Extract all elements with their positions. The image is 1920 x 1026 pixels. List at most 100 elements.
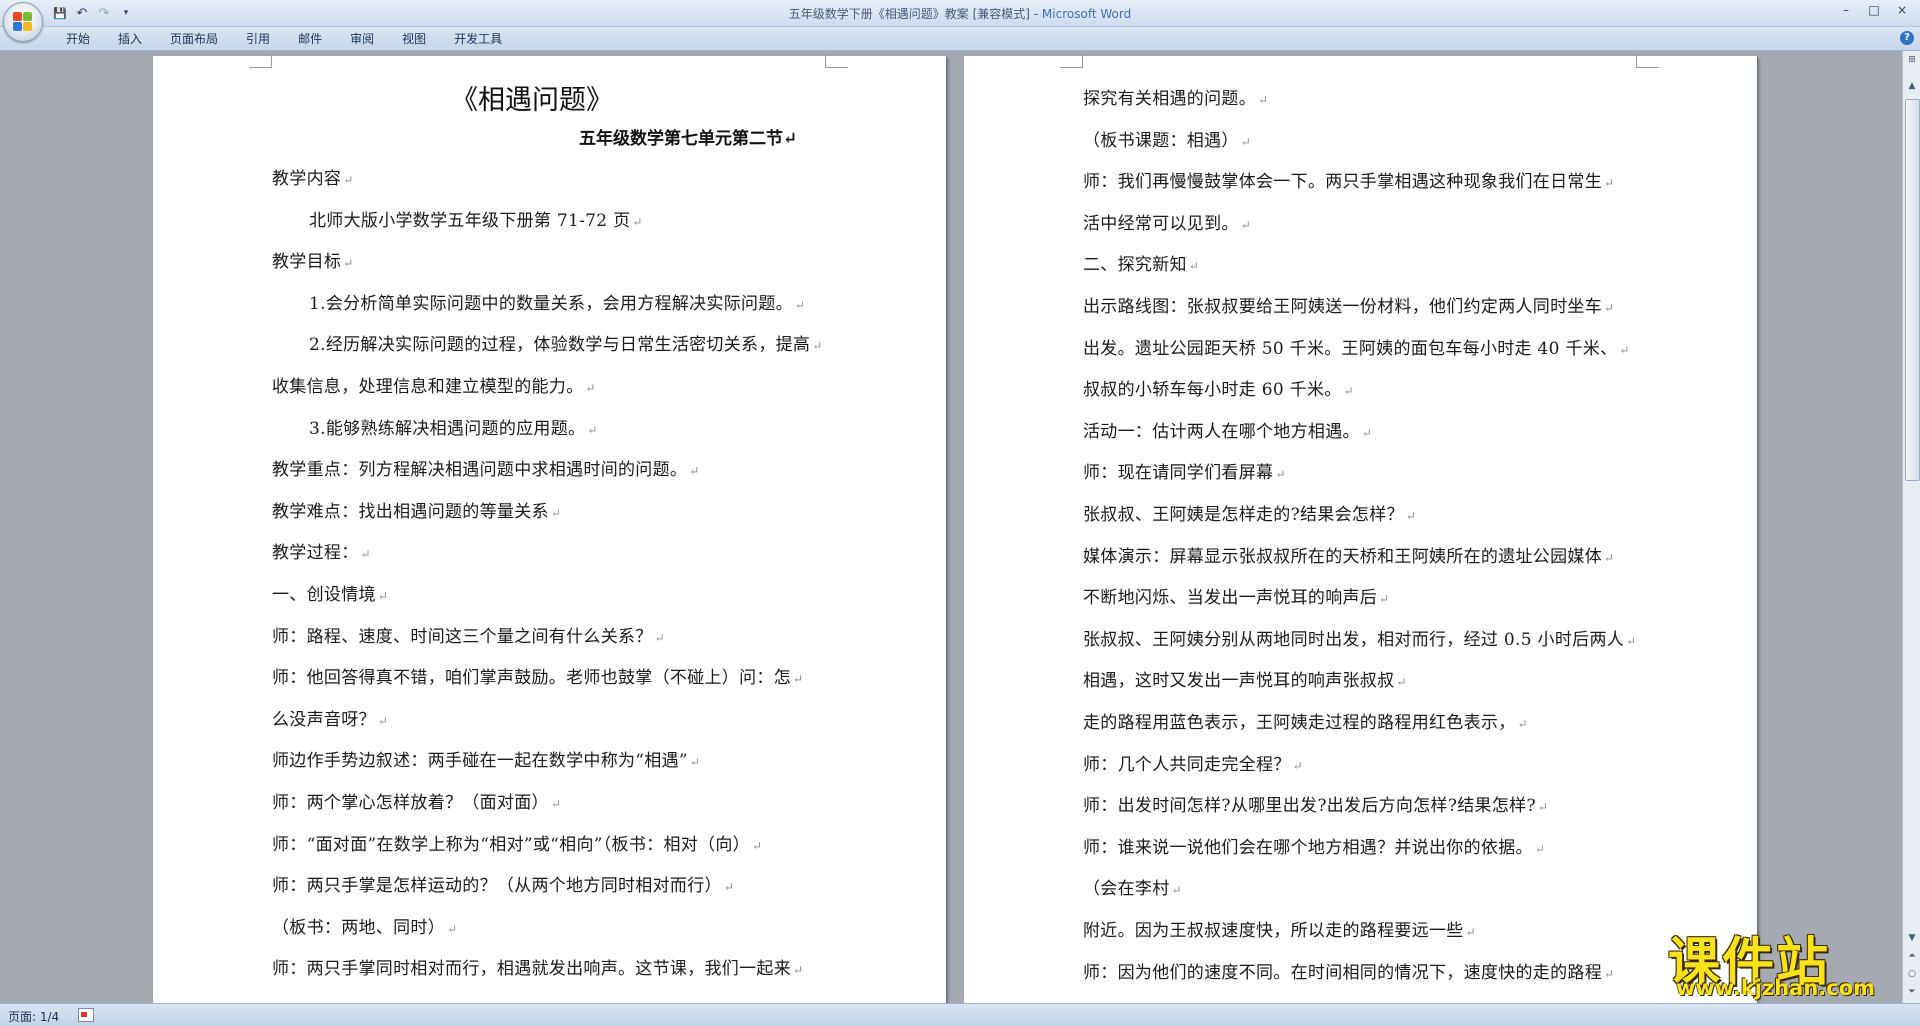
line-text: 师：他回答得真不错，咱们掌声鼓励。老师也鼓掌（不碰上）问：怎 xyxy=(272,668,791,689)
scroll-up-icon[interactable]: ▲ xyxy=(1905,79,1919,93)
paragraph-line: 出发。遗址公园距天桥 50 千米。王阿姨的面包车每小时走 40 千米、 ↵ xyxy=(1083,334,1630,359)
line-text: 师：两只手掌同时相对而行，相遇就发出响声。这节课，我们一起来 xyxy=(272,959,791,980)
line-text: 张叔叔、王阿姨是怎样走的?结果会怎样？ xyxy=(1083,505,1404,525)
scroll-down-icon[interactable]: ▼ xyxy=(1905,931,1919,945)
paragraph-mark: ↵ xyxy=(360,547,371,562)
next-page-icon[interactable]: ⏷ xyxy=(1905,985,1919,999)
paragraph-line: 出示路线图：张叔叔要给王阿姨送一份材料，他们约定两人同时坐车 ↵ xyxy=(1083,292,1614,317)
paragraph-line: 师：两只手掌同时相对而行，相遇就发出响声。这节课，我们一起来 ↵ xyxy=(272,954,803,979)
paragraph-mark: ↵ xyxy=(377,713,389,728)
paragraph-mark: ↵ xyxy=(1604,966,1615,981)
paragraph-line: 张叔叔、王阿姨分别从两地同时出发，相对而行，经过 0.5 小时后两人 ↵ xyxy=(1083,625,1636,650)
line-text: （板书：两地、同时） xyxy=(272,917,445,938)
paragraph-mark: ↵ xyxy=(793,672,804,687)
document-title: 《相遇问题》 xyxy=(451,85,613,116)
paragraph-line: （板书课题：相遇） ↵ xyxy=(1083,126,1251,151)
paragraph-line: 师：路程、速度、时间这三个量之间有什么关系？ ↵ xyxy=(272,622,665,647)
page-count[interactable]: 页面: 1/4 xyxy=(8,1008,59,1025)
ruler-toggle-icon[interactable]: ⊞ xyxy=(1905,53,1919,67)
page-1[interactable]: 《相遇问题》 五年级数学第七单元第二节↵ 教学内容 ↵ 北师大版小学数学五年级下册第… xyxy=(153,54,946,1003)
line-text: 师：谁来说一说他们会在哪个地方相遇？并说出你的依据。 xyxy=(1083,837,1533,858)
tab-2[interactable]: 页面布局 xyxy=(156,30,232,48)
line-text: 活动一：估计两人在哪个地方相遇。 xyxy=(1083,421,1360,442)
paragraph-mark: ↵ xyxy=(812,339,823,354)
line-text: （会在李村 xyxy=(1083,879,1170,900)
line-text: 附近。因为王叔叔速度快，所以走的路程要远一些 xyxy=(1083,921,1464,941)
tab-0[interactable]: 开始 xyxy=(52,30,104,48)
paragraph-line: 师：我们再慢慢鼓掌体会一下。两只手掌相遇这种现象我们在日常生 ↵ xyxy=(1083,167,1614,192)
subtitle-text: 五年级数学第七单元第二节 xyxy=(579,129,783,149)
office-logo-icon xyxy=(13,12,33,32)
page-2[interactable]: 探究有关相遇的问题。 ↵ （板书课题：相遇） ↵ 师：我们再慢慢鼓掌体会一下。两只手掌相… xyxy=(964,54,1757,1003)
document-name: 五年级数学下册《相遇问题》教案 [兼容模式] - xyxy=(788,7,1042,21)
office-button[interactable] xyxy=(3,2,43,42)
line-text: 出示路线图：张叔叔要给王阿姨送一份材料，他们约定两人同时坐车 xyxy=(1083,297,1602,317)
line-text: 教学目标 xyxy=(272,252,342,273)
line-text: 一、创设情境 xyxy=(272,585,376,605)
paragraph-mark: ↵ xyxy=(1465,925,1476,939)
paragraph-line: 师：两个掌心怎样放着？（面对面） ↵ xyxy=(272,788,561,813)
line-text: 师：两只手掌是怎样运动的？（从两个地方同时相对而行） xyxy=(272,876,722,897)
line-text: 师：现在请同学们看屏幕 xyxy=(1083,463,1274,484)
crop-mark-top-right xyxy=(1636,54,1659,68)
line-text: 师：几个人共同走完全程？ xyxy=(1083,754,1291,775)
previous-page-icon[interactable]: ⏶ xyxy=(1905,949,1919,963)
tab-1[interactable]: 插入 xyxy=(104,30,156,48)
paragraph-line: 1.会分析简单实际问题中的数量关系，会用方程解决实际问题。 ↵ xyxy=(309,289,805,314)
tab-5[interactable]: 审阅 xyxy=(336,30,388,48)
paragraph-mark: ↵ xyxy=(1171,883,1182,898)
paragraph-line: 师：出发时间怎样?从哪里出发?出发后方向怎样?结果怎样? ↵ xyxy=(1083,791,1548,816)
line-text: 教学重点：列方程解决相遇问题中求相遇时间的问题。 xyxy=(272,460,688,481)
vertical-scrollbar[interactable]: ⊞ ▲ ▼ ⏶ ○ ⏷ xyxy=(1902,51,1920,1003)
paragraph-mark: ↵ xyxy=(343,256,354,271)
paragraph-mark: ↵ xyxy=(1343,384,1354,399)
line-text: 师边作手势边叙述：两手碰在一起在数学中称为“相遇” xyxy=(272,751,688,772)
paragraph-mark: ↵ xyxy=(550,797,562,811)
paragraph-line: 附近。因为王叔叔速度快，所以走的路程要远一些 ↵ xyxy=(1083,916,1476,941)
paragraph-line: 不断地闪烁、当发出一声悦耳的响声后 ↵ xyxy=(1083,583,1389,608)
paragraph-mark: ↵ xyxy=(1534,841,1546,856)
maximize-button[interactable]: □ xyxy=(1860,0,1888,20)
paragraph-line: 收集信息，处理信息和建立模型的能力。 ↵ xyxy=(272,372,596,397)
line-text: （板书课题：相遇） xyxy=(1083,130,1239,151)
paragraph-mark: ↵ xyxy=(654,630,665,645)
paragraph-line: 师：两只手掌是怎样运动的？（从两个地方同时相对而行） ↵ xyxy=(272,871,734,896)
line-text: 教学过程： xyxy=(272,543,359,564)
select-browse-object-icon[interactable]: ○ xyxy=(1905,967,1919,981)
tab-3[interactable]: 引用 xyxy=(232,30,284,48)
line-text: 么没声音呀？ xyxy=(272,709,376,730)
close-button[interactable]: × xyxy=(1888,0,1916,20)
proofing-icon[interactable] xyxy=(78,1008,94,1022)
tab-4[interactable]: 邮件 xyxy=(284,30,336,48)
line-text: 教学难点：找出相遇问题的等量关系 xyxy=(272,501,549,522)
paragraph-mark: ↵ xyxy=(1396,675,1407,690)
paragraph-mark: ↵ xyxy=(723,880,735,895)
paragraph-mark: ↵ xyxy=(1517,717,1528,731)
scrollbar-thumb[interactable] xyxy=(1905,99,1920,481)
paragraph-line: 教学目标 ↵ xyxy=(272,247,354,272)
document-area[interactable]: 《相遇问题》 五年级数学第七单元第二节↵ 教学内容 ↵ 北师大版小学数学五年级下册第… xyxy=(0,51,1902,1003)
line-text: 相遇，这时又发出一声悦耳的响声张叔叔 xyxy=(1083,671,1395,692)
paragraph-line: 师：几个人共同走完全程？ ↵ xyxy=(1083,750,1303,775)
paragraph-line: 师：现在请同学们看屏幕 ↵ xyxy=(1083,458,1286,483)
site-watermark: 课件站 www.kjzhan.com xyxy=(1668,920,1903,1002)
paragraph-mark: ↵ xyxy=(585,381,596,395)
minimize-button[interactable]: – xyxy=(1832,0,1860,20)
paragraph-line: 教学内容 ↵ xyxy=(272,164,354,189)
paragraph-line: 一、创设情境 ↵ xyxy=(272,580,388,605)
line-text: 师：出发时间怎样?从哪里出发?出发后方向怎样?结果怎样? xyxy=(1083,796,1536,817)
paragraph-line: （板书：两地、同时） ↵ xyxy=(272,913,457,938)
paragraph-line: 师：因为他们的速度不同。在时间相同的情况下，速度快的走的路程 ↵ xyxy=(1083,958,1614,983)
paragraph-line: 么没声音呀？ ↵ xyxy=(272,705,388,730)
watermark-url: www.kjzhan.com xyxy=(1676,976,1876,1000)
tab-6[interactable]: 视图 xyxy=(388,30,440,48)
window-title: 五年级数学下册《相遇问题》教案 [兼容模式] - Microsoft Word xyxy=(0,5,1920,22)
paragraph-mark: ↵ xyxy=(1379,592,1390,607)
crop-mark-top-right xyxy=(825,54,848,68)
tab-7[interactable]: 开发工具 xyxy=(440,30,516,48)
title-bar: 💾 ↶ ↷ ▾ 五年级数学下册《相遇问题》教案 [兼容模式] - Microso… xyxy=(0,0,1920,27)
paragraph-line: 教学难点：找出相遇问题的等量关系 ↵ xyxy=(272,497,561,522)
help-icon[interactable]: ? xyxy=(1900,31,1914,45)
paragraph-line: 活动一：估计两人在哪个地方相遇。 ↵ xyxy=(1083,417,1372,442)
paragraph-mark: ↵ xyxy=(1240,217,1252,232)
